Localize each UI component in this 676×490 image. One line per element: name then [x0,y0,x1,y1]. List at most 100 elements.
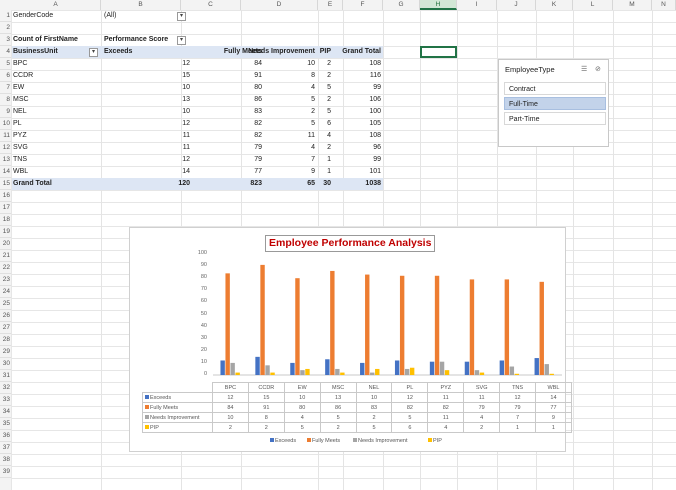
bar-needs-improvement-tns [509,366,515,375]
data-table-value: 2 [463,422,501,433]
series-swatch [145,404,149,409]
bar-needs-improvement-bpc [230,362,235,375]
data-table-value: 7 [499,412,537,423]
bar-fully-meets-svg [469,279,475,375]
bar-needs-improvement-msc [335,368,340,375]
data-table-value: 11 [427,392,465,403]
series-swatch [145,414,149,419]
data-table-row: PIP 2 2 5 2 5 6 4 2 1 1 [142,422,572,433]
legend-swatch [270,438,274,442]
data-table-value: 5 [391,412,429,423]
data-table-value: 77 [535,402,572,413]
bar-needs-improvement-pl [404,368,410,375]
bar-exceeds-nel [360,362,365,375]
data-table-header-row: BPC CCDR EW MSC NEL PL PYZ SVG TNS WBL [143,382,572,393]
data-table-value: 2 [355,412,393,423]
data-table-category: WBL [535,382,572,393]
bar-fully-meets-pl [399,275,405,375]
data-table-row: Exceeds 12 15 10 13 10 12 11 11 12 14 [142,392,572,403]
data-table-value: 14 [535,392,572,403]
data-table-value: 86 [319,402,357,413]
data-table-category: CCDR [247,382,285,393]
bar-needs-improvement-wbl [544,364,549,375]
legend-item: Fully Meets [307,438,340,444]
chart-data-table: BPC CCDR EW MSC NEL PL PYZ SVG TNS WBL Exceeds 12 15… [142,382,572,433]
bar-pip-pyz [444,370,450,375]
data-table-value: 9 [535,412,572,423]
data-table-value: 2 [212,422,249,433]
data-table-value: 10 [212,412,249,423]
data-table-value: 79 [463,402,501,413]
bar-pip-nel [375,368,380,375]
series-swatch [145,394,149,399]
data-table-category: NEL [355,382,393,393]
bar-exceeds-msc [325,359,330,375]
data-table-value: 13 [319,392,357,403]
data-table-category: EW [283,382,321,393]
bar-exceeds-pyz [429,361,435,375]
data-table-value: 4 [463,412,501,423]
bar-fully-meets-wbl [539,281,544,375]
data-table-value: 11 [463,392,501,403]
legend-swatch [353,438,357,442]
bar-fully-meets-ew [295,278,300,375]
data-table-row: Needs Improvement 10 8 4 5 2 5 11 4 7 9 [142,412,572,423]
data-table-category: PL [391,382,429,393]
legend-item: Needs Improvement [353,438,408,444]
bar-pip-pl [409,367,415,375]
data-table-value: 5 [283,422,321,433]
bar-pip-bpc [235,372,240,375]
data-table-category: MSC [319,382,357,393]
data-table-value: 8 [247,412,285,423]
data-table-value: 6 [391,422,429,433]
data-table-category: BPC [212,382,249,393]
bar-needs-improvement-pyz [439,361,445,375]
bar-exceeds-svg [464,361,470,375]
data-table-value: 4 [283,412,321,423]
data-table-value: 10 [283,392,321,403]
bar-exceeds-tns [499,360,505,375]
data-table-value: 11 [427,412,465,423]
data-table-value: 83 [355,402,393,413]
data-table-value: 2 [247,422,285,433]
data-table-value: 80 [283,402,321,413]
data-table-value: 82 [427,402,465,413]
data-table-series-label: Exceeds [142,392,213,403]
data-table-value: 79 [499,402,537,413]
data-table-value: 82 [391,402,429,413]
data-table-value: 10 [355,392,393,403]
data-table-value: 12 [499,392,537,403]
bar-fully-meets-bpc [225,273,230,375]
data-table-category: TNS [499,382,537,393]
data-table-value: 2 [319,422,357,433]
legend-swatch [428,438,432,442]
bar-pip-wbl [549,373,554,375]
data-table-series-label: PIP [142,422,213,433]
bar-needs-improvement-nel [370,372,375,375]
data-table-category: SVG [463,382,501,393]
bar-needs-improvement-svg [474,370,480,375]
data-table-value: 12 [212,392,249,403]
data-table-value: 5 [355,422,393,433]
bar-needs-improvement-ew [300,370,305,375]
data-table-category: PYZ [427,382,465,393]
bar-exceeds-pl [394,360,400,375]
bar-pip-msc [340,372,345,375]
bar-pip-ccdr [270,372,275,375]
legend-swatch [307,438,311,442]
data-table-series-label: Fully Meets [142,402,213,413]
data-table-value: 1 [535,422,572,433]
data-table-value: 12 [391,392,429,403]
bar-exceeds-ew [290,362,295,375]
bar-exceeds-wbl [534,358,539,375]
data-table-value: 1 [499,422,537,433]
bar-fully-meets-ccdr [260,264,265,375]
data-table-value: 15 [247,392,285,403]
data-table-value: 91 [247,402,285,413]
bar-exceeds-ccdr [255,356,260,375]
bar-pip-svg [479,372,485,375]
data-table-value: 84 [212,402,249,413]
bar-pip-tns [514,373,520,375]
data-table-corner [143,383,213,393]
bar-exceeds-bpc [220,360,225,375]
